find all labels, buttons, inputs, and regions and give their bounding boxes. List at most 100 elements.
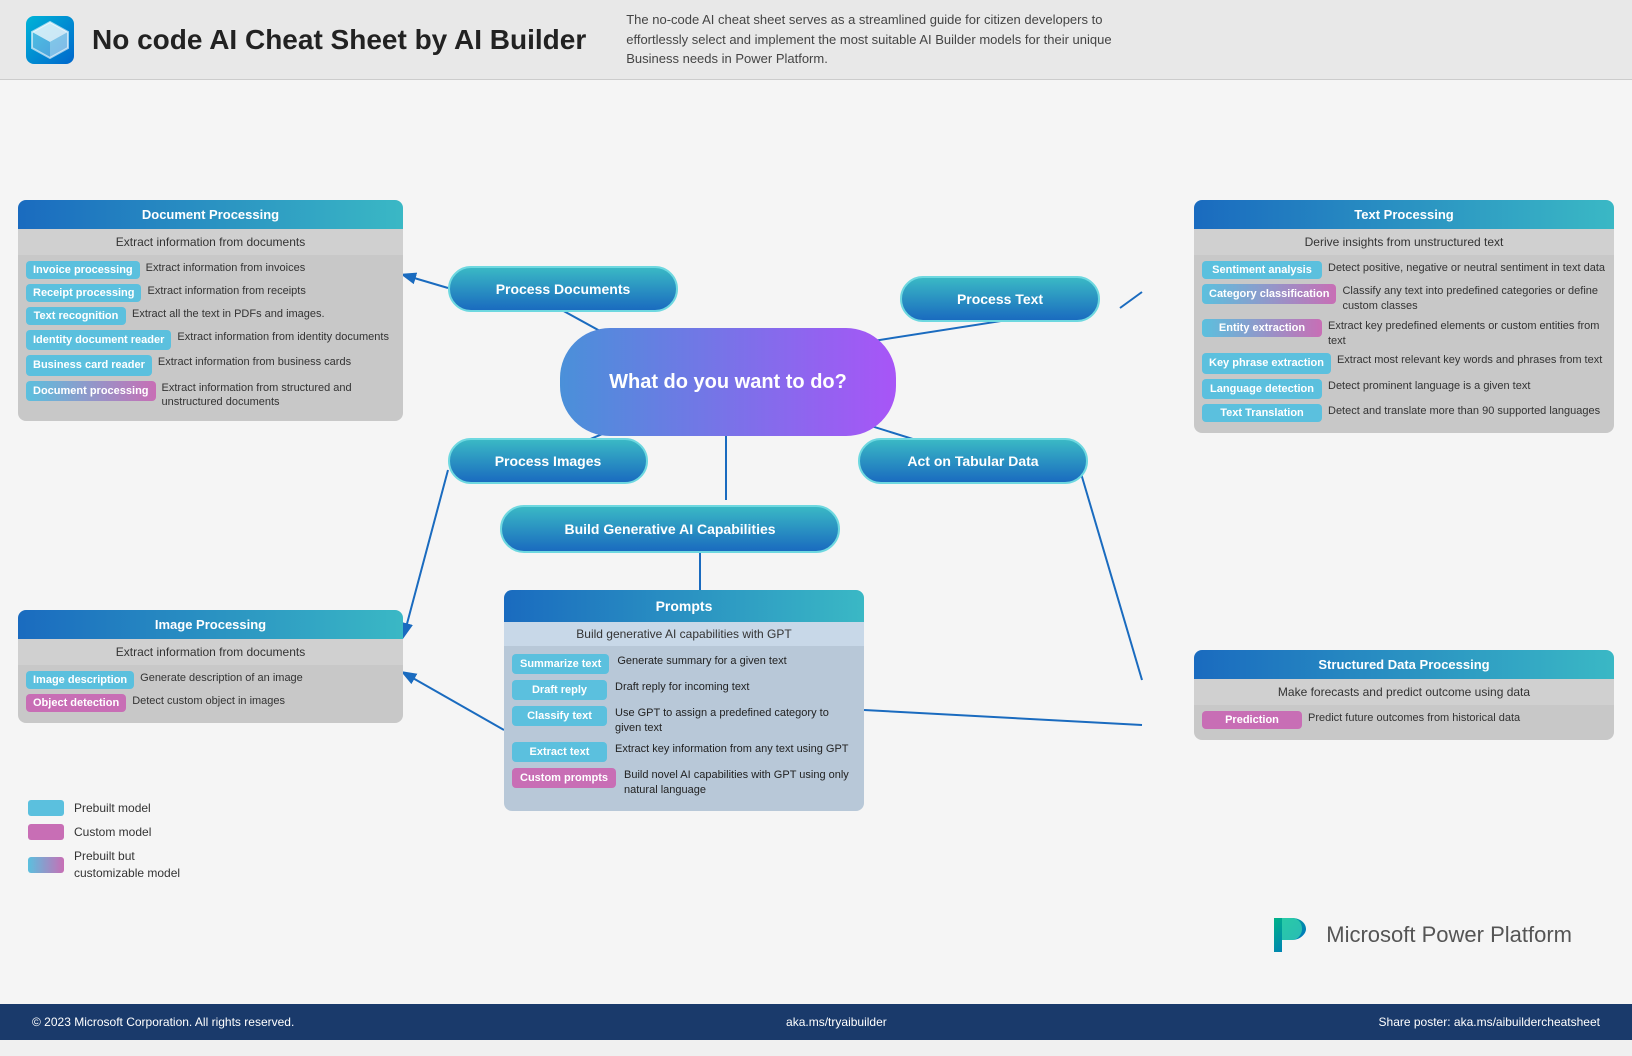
text-recognition-tag: Text recognition [26, 307, 126, 325]
list-item: Summarize text Generate summary for a gi… [512, 654, 856, 674]
list-item: Document processing Extract information … [26, 381, 395, 411]
receipt-processing-desc: Extract information from receipts [147, 284, 305, 299]
classify-text-tag: Classify text [512, 706, 607, 726]
key-phrase-tag: Key phrase extraction [1202, 353, 1331, 373]
custom-prompts-desc: Build novel AI capabilities with GPT usi… [624, 768, 856, 798]
prediction-tag: Prediction [1202, 711, 1302, 729]
key-phrase-desc: Extract most relevant key words and phra… [1337, 353, 1602, 368]
image-processing-subtitle: Extract information from documents [18, 639, 403, 665]
prompts-box: Prompts Build generative AI capabilities… [504, 590, 864, 811]
doc-processing-subtitle: Extract information from documents [18, 229, 403, 255]
footer-copyright: © 2023 Microsoft Corporation. All rights… [32, 1015, 294, 1029]
text-processing-subtitle: Derive insights from unstructured text [1194, 229, 1614, 255]
prompts-subtitle: Build generative AI capabilities with GP… [504, 622, 864, 646]
sentiment-desc: Detect positive, negative or neutral sen… [1328, 261, 1605, 276]
object-detection-text: Detect custom object in images [132, 694, 285, 709]
lang-detect-desc: Detect prominent language is a given tex… [1328, 379, 1530, 394]
text-processing-box: Text Processing Derive insights from uns… [1194, 200, 1614, 433]
prediction-desc: Predict future outcomes from historical … [1308, 711, 1520, 726]
category-class-desc: Classify any text into predefined catego… [1342, 284, 1606, 314]
invoice-processing-desc: Extract information from invoices [146, 261, 306, 276]
doc-processing-header: Document Processing [18, 200, 403, 229]
structured-data-header: Structured Data Processing [1194, 650, 1614, 679]
list-item: Category classification Classify any tex… [1202, 284, 1606, 314]
text-trans-tag: Text Translation [1202, 404, 1322, 422]
list-item: Object detection Detect custom object in… [26, 694, 395, 712]
extract-text-desc: Extract key information from any text us… [615, 742, 849, 757]
legend-color-pink [28, 824, 64, 840]
text-processing-body: Sentiment analysis Detect positive, nega… [1194, 255, 1614, 433]
footer-url: aka.ms/tryaibuilder [786, 1015, 887, 1029]
image-desc-tag: Image description [26, 671, 134, 689]
list-item: Receipt processing Extract information f… [26, 284, 395, 302]
list-item: Business card reader Extract information… [26, 355, 395, 375]
list-item: Invoice processing Extract information f… [26, 261, 395, 279]
legend-label-custom: Custom model [74, 825, 151, 839]
legend-color-blue [28, 800, 64, 816]
list-item: Identity document reader Extract informa… [26, 330, 395, 350]
image-processing-body: Image description Generate description o… [18, 665, 403, 723]
entity-ext-desc: Extract key predefined elements or custo… [1328, 319, 1606, 349]
business-card-tag: Business card reader [26, 355, 152, 375]
summarize-tag: Summarize text [512, 654, 609, 674]
doc-processing-desc: Extract information from structured and … [162, 381, 395, 411]
summarize-desc: Generate summary for a given text [617, 654, 786, 669]
main-content: Document Processing Extract information … [0, 80, 1632, 1040]
page-header: No code AI Cheat Sheet by AI Builder The… [0, 0, 1632, 80]
legend-item-prebuilt-custom: Prebuilt but customizable model [28, 848, 194, 882]
custom-prompts-tag: Custom prompts [512, 768, 616, 788]
text-processing-header: Text Processing [1194, 200, 1614, 229]
doc-processing-body: Invoice processing Extract information f… [18, 255, 403, 421]
process-documents-oval[interactable]: Process Documents [448, 266, 678, 312]
draft-reply-desc: Draft reply for incoming text [615, 680, 750, 695]
receipt-processing-tag: Receipt processing [26, 284, 141, 302]
identity-doc-desc: Extract information from identity docume… [177, 330, 389, 345]
build-generative-oval[interactable]: Build Generative AI Capabilities [500, 505, 840, 553]
legend-color-gradient [28, 857, 64, 873]
main-question-oval: What do you want to do? [560, 328, 896, 436]
image-desc-text: Generate description of an image [140, 671, 303, 686]
list-item: Extract text Extract key information fro… [512, 742, 856, 762]
page-title: No code AI Cheat Sheet by AI Builder [92, 24, 586, 56]
sentiment-tag: Sentiment analysis [1202, 261, 1322, 279]
list-item: Sentiment analysis Detect positive, nega… [1202, 261, 1606, 279]
header-description: The no-code AI cheat sheet serves as a s… [626, 10, 1146, 69]
category-class-tag: Category classification [1202, 284, 1336, 304]
list-item: Text recognition Extract all the text in… [26, 307, 395, 325]
ms-power-platform-name: Microsoft Power Platform [1326, 922, 1572, 948]
list-item: Classify text Use GPT to assign a predef… [512, 706, 856, 736]
list-item: Prediction Predict future outcomes from … [1202, 711, 1606, 729]
list-item: Draft reply Draft reply for incoming tex… [512, 680, 856, 700]
prompts-body: Summarize text Generate summary for a gi… [504, 646, 864, 811]
image-processing-box: Image Processing Extract information fro… [18, 610, 403, 723]
list-item: Image description Generate description o… [26, 671, 395, 689]
legend-item-custom: Custom model [28, 824, 194, 840]
power-platform-icon [1264, 910, 1314, 960]
legend-item-prebuilt: Prebuilt model [28, 800, 194, 816]
footer-share: Share poster: aka.ms/aibuildercheatsheet [1379, 1015, 1600, 1029]
structured-data-body: Prediction Predict future outcomes from … [1194, 705, 1614, 740]
extract-text-tag: Extract text [512, 742, 607, 762]
legend-label-prebuilt: Prebuilt model [74, 801, 151, 815]
act-tabular-oval[interactable]: Act on Tabular Data [858, 438, 1088, 484]
text-trans-desc: Detect and translate more than 90 suppor… [1328, 404, 1600, 419]
draft-reply-tag: Draft reply [512, 680, 607, 700]
object-detection-tag: Object detection [26, 694, 126, 712]
list-item: Text Translation Detect and translate mo… [1202, 404, 1606, 422]
entity-ext-tag: Entity extraction [1202, 319, 1322, 337]
ms-power-platform-logo: Microsoft Power Platform [1264, 910, 1572, 960]
list-item: Entity extraction Extract key predefined… [1202, 319, 1606, 349]
business-card-desc: Extract information from business cards [158, 355, 351, 370]
page-footer: © 2023 Microsoft Corporation. All rights… [0, 1004, 1632, 1040]
list-item: Key phrase extraction Extract most relev… [1202, 353, 1606, 373]
doc-processing-tag: Document processing [26, 381, 156, 401]
list-item: Custom prompts Build novel AI capabiliti… [512, 768, 856, 798]
legend-label-prebuilt-custom: Prebuilt but customizable model [74, 848, 194, 882]
document-processing-box: Document Processing Extract information … [18, 200, 403, 421]
structured-data-box: Structured Data Processing Make forecast… [1194, 650, 1614, 740]
process-text-oval[interactable]: Process Text [900, 276, 1100, 322]
process-images-oval[interactable]: Process Images [448, 438, 648, 484]
identity-doc-tag: Identity document reader [26, 330, 171, 350]
logo-icon [24, 14, 76, 66]
list-item: Language detection Detect prominent lang… [1202, 379, 1606, 399]
